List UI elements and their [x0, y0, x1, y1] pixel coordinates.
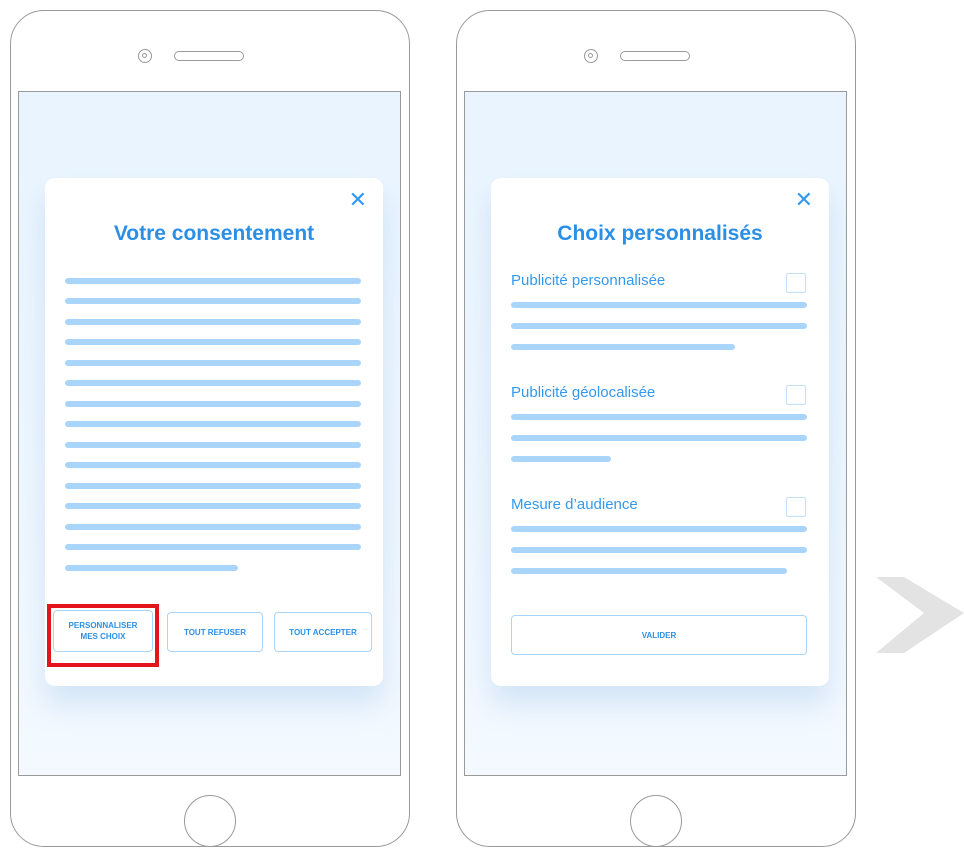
close-icon[interactable]: ✕ [349, 190, 367, 212]
text-line [65, 380, 361, 386]
speaker-grille [620, 51, 690, 61]
consent-dialog: ✕ Votre consentement PERSONNALISER MES C… [45, 178, 383, 686]
checkbox-icon[interactable] [786, 497, 806, 517]
checkbox-icon[interactable] [786, 385, 806, 405]
checkbox-icon[interactable] [786, 273, 806, 293]
phone-frame-custom-choices: ✕ Choix personnalisés Publicité personna… [456, 10, 856, 847]
text-line [65, 503, 361, 509]
phone-screen: ✕ Choix personnalisés Publicité personna… [464, 91, 847, 776]
text-line [511, 547, 807, 553]
text-line [65, 462, 361, 468]
camera-icon [584, 49, 598, 63]
customize-button-label: PERSONNALISER MES CHOIX [68, 621, 138, 641]
refuse-all-button[interactable]: TOUT REFUSER [167, 612, 263, 652]
text-line [511, 302, 807, 308]
camera-icon [138, 49, 152, 63]
home-button [184, 795, 236, 847]
dialog-title: Votre consentement [113, 222, 315, 245]
text-line [65, 483, 361, 489]
option-label: Publicité personnalisée [511, 272, 666, 289]
text-line [65, 544, 361, 550]
text-line [65, 339, 361, 345]
text-line [511, 435, 807, 441]
option-label: Mesure d’audience [511, 496, 638, 513]
text-line [511, 526, 807, 532]
text-line [511, 344, 735, 350]
customize-choices-button[interactable]: PERSONNALISER MES CHOIX [53, 610, 153, 652]
text-line [511, 323, 807, 329]
text-line [511, 414, 807, 420]
text-line [65, 360, 361, 366]
text-line [511, 568, 787, 574]
accept-all-button[interactable]: TOUT ACCEPTER [274, 612, 372, 652]
text-line [65, 524, 361, 530]
close-icon[interactable]: ✕ [795, 190, 813, 212]
speaker-grille [174, 51, 244, 61]
text-line [65, 565, 238, 571]
phone-frame-consent: ✕ Votre consentement PERSONNALISER MES C… [10, 10, 410, 847]
dialog-title: Choix personnalisés [557, 222, 763, 245]
validate-button[interactable]: VALIDER [511, 615, 807, 655]
text-line [65, 278, 361, 284]
home-button [630, 795, 682, 847]
arrow-icon [876, 577, 964, 653]
option-label: Publicité géolocalisée [511, 384, 656, 401]
custom-choices-dialog: ✕ Choix personnalisés Publicité personna… [491, 178, 829, 686]
text-line [65, 442, 361, 448]
text-line [511, 456, 611, 462]
text-line [65, 298, 361, 304]
text-line [65, 421, 361, 427]
text-line [65, 319, 361, 325]
text-line [65, 401, 361, 407]
phone-screen: ✕ Votre consentement PERSONNALISER MES C… [18, 91, 401, 776]
